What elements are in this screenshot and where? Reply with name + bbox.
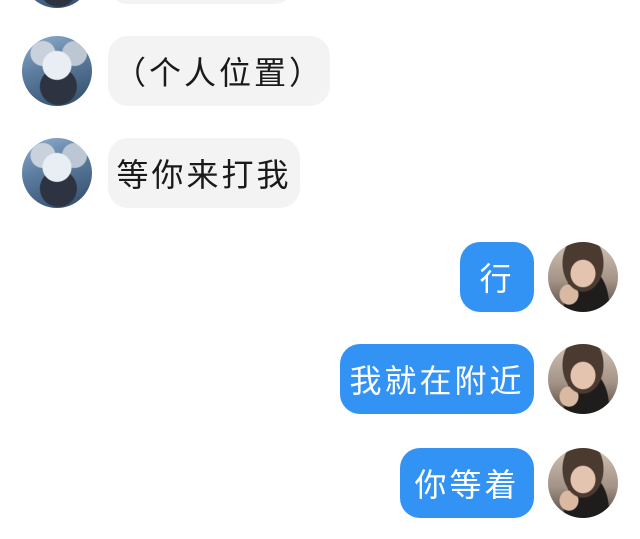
contact-avatar[interactable] [22,0,92,8]
user-avatar[interactable] [548,448,618,518]
message-bubble-incoming[interactable] [108,0,294,4]
message-text: （个人位置） [113,54,324,92]
message-bubble-outgoing[interactable]: 我就在附近 [340,344,534,414]
user-avatar[interactable] [548,242,618,312]
contact-avatar[interactable] [22,138,92,208]
message-text: 我就在附近 [349,362,525,400]
message-bubble-incoming[interactable]: 等你来打我 [108,138,300,208]
message-bubble-outgoing[interactable]: 行 [460,242,534,312]
message-text: 行 [479,260,515,298]
message-text: 等你来打我 [116,156,292,194]
message-bubble-outgoing[interactable]: 你等着 [400,448,534,518]
message-text: 你等着 [414,466,520,504]
user-avatar[interactable] [548,344,618,414]
chat-message-list: （个人位置） 等你来打我 行 我就在附近 你等着 [0,0,640,539]
message-bubble-incoming[interactable]: （个人位置） [108,36,330,106]
contact-avatar[interactable] [22,36,92,106]
